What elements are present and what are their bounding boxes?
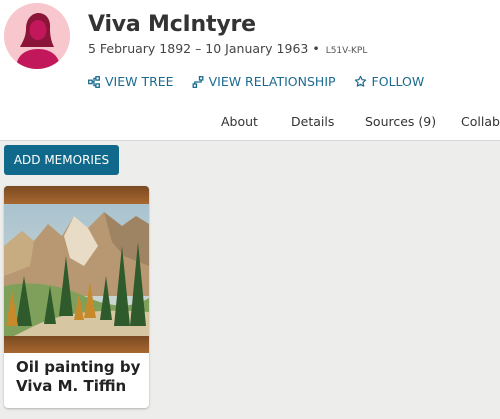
person-name: Viva McIntyre — [88, 12, 256, 37]
tree-icon — [88, 75, 100, 88]
star-icon — [354, 75, 367, 88]
life-dates-text: 5 February 1892 – 10 January 1963 • — [88, 41, 320, 56]
avatar — [4, 3, 70, 69]
person-actions: VIEW TREE VIEW RELATIONSHIP FOLLOW — [88, 74, 424, 89]
view-tree-button[interactable]: VIEW TREE — [88, 74, 174, 89]
person-id: L51V-KPL — [325, 46, 368, 56]
tab-details[interactable]: Details — [291, 114, 334, 129]
female-silhouette-icon — [4, 3, 70, 69]
relationship-icon — [192, 75, 204, 88]
tab-about[interactable]: About — [221, 114, 258, 129]
person-header: Viva McIntyre 5 February 1892 – 10 Janua… — [0, 0, 500, 105]
memory-title: Oil painting by Viva M. Tiffin — [16, 358, 141, 395]
add-memories-button[interactable]: ADD MEMORIES — [4, 145, 119, 175]
view-relationship-button[interactable]: VIEW RELATIONSHIP — [192, 74, 336, 89]
view-relationship-label: VIEW RELATIONSHIP — [208, 74, 336, 89]
life-dates: 5 February 1892 – 10 January 1963 • L51V… — [88, 41, 367, 56]
follow-button[interactable]: FOLLOW — [354, 74, 425, 89]
view-tree-label: VIEW TREE — [105, 74, 174, 89]
tab-collaborate[interactable]: Collabo — [461, 114, 500, 129]
memory-card[interactable]: Oil painting by Viva M. Tiffin — [4, 186, 149, 408]
tab-sources[interactable]: Sources (9) — [365, 114, 436, 129]
person-tabs: About Details Sources (9) Collabo — [0, 104, 500, 141]
memory-thumbnail — [4, 186, 149, 353]
follow-label: FOLLOW — [371, 74, 425, 89]
